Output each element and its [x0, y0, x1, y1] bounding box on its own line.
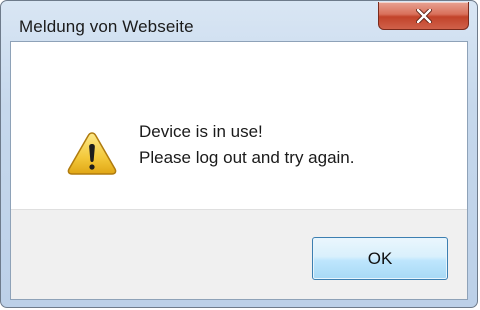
dialog-body: Device is in use! Please log out and try…: [10, 41, 468, 300]
message-line-2: Please log out and try again.: [139, 148, 355, 167]
close-x-icon: [415, 8, 432, 23]
warning-icon: [67, 132, 117, 175]
dialog-window: Meldung von Webseite Device is in use! P…: [0, 0, 478, 308]
close-button[interactable]: [378, 2, 469, 30]
message-line-1: Device is in use!: [139, 122, 263, 141]
window-title: Meldung von Webseite: [19, 17, 194, 36]
ok-button[interactable]: OK: [312, 237, 448, 280]
dialog-message: Device is in use! Please log out and try…: [139, 119, 354, 171]
title-bar[interactable]: Meldung von Webseite: [1, 1, 477, 41]
